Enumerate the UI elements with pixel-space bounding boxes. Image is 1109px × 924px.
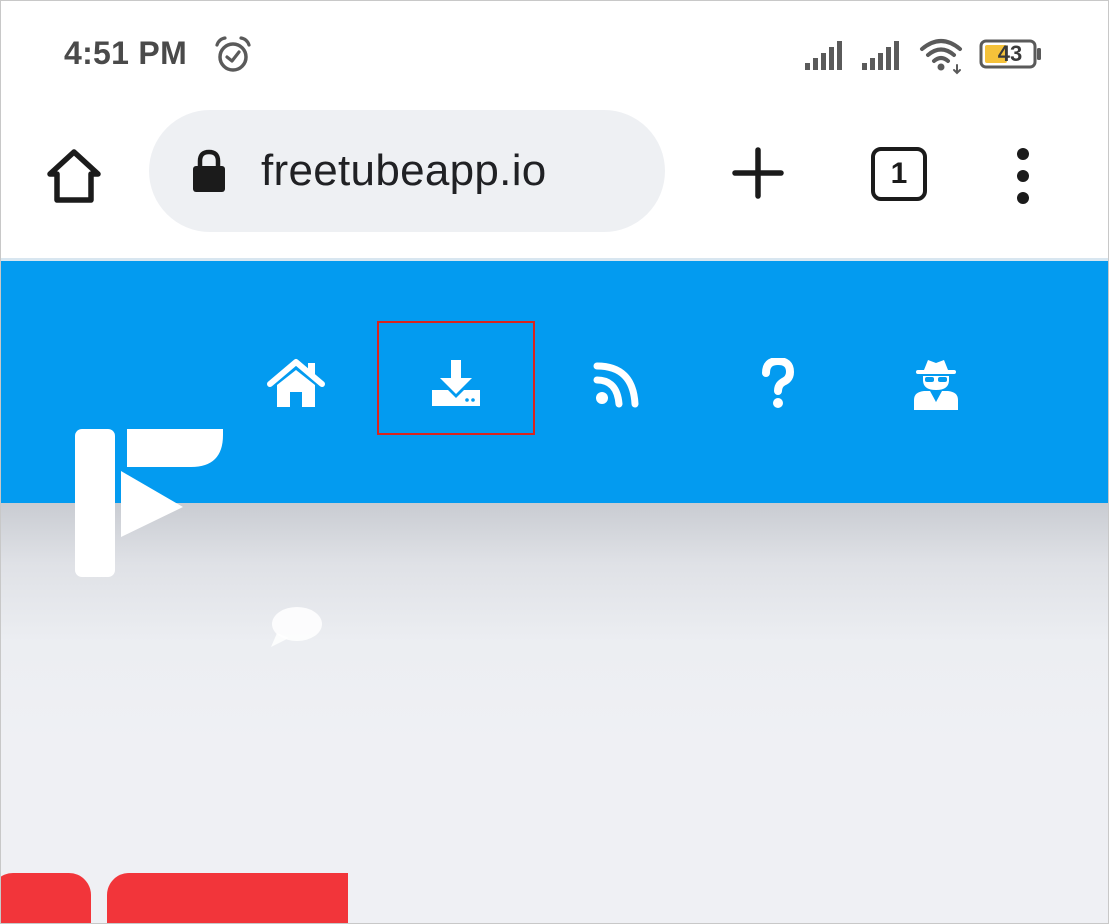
freetube-logo[interactable] bbox=[73, 429, 225, 581]
address-bar[interactable]: freetubeapp.io bbox=[149, 110, 665, 232]
wifi-icon bbox=[920, 39, 962, 75]
screenshot-frame: 4:51 PM 43 freetubeapp.io 1 bbox=[0, 0, 1109, 924]
lock-icon bbox=[193, 149, 225, 192]
question-icon[interactable] bbox=[748, 358, 808, 410]
browser-toolbar: freetubeapp.io 1 bbox=[1, 106, 1108, 258]
tab-switcher-button[interactable]: 1 bbox=[871, 147, 927, 201]
status-bar: 4:51 PM 43 bbox=[1, 1, 1108, 106]
cellular-signal-icon bbox=[805, 41, 842, 70]
red-button-partial[interactable] bbox=[1, 873, 91, 923]
highlight-box bbox=[377, 321, 535, 435]
url-text: freetubeapp.io bbox=[261, 146, 547, 195]
battery-level: 43 bbox=[997, 41, 1023, 66]
home-button[interactable] bbox=[41, 143, 107, 209]
chat-bubble-icon bbox=[271, 607, 322, 647]
rss-icon[interactable] bbox=[589, 358, 649, 410]
spy-icon[interactable] bbox=[906, 358, 966, 410]
status-time: 4:51 PM bbox=[64, 35, 188, 71]
cellular-signal-icon bbox=[862, 41, 899, 70]
house-icon[interactable] bbox=[266, 358, 326, 410]
more-vert-icon[interactable] bbox=[1009, 146, 1037, 206]
new-tab-button[interactable] bbox=[731, 146, 785, 200]
alarm-icon bbox=[215, 36, 251, 72]
red-download-button-partial[interactable] bbox=[107, 873, 348, 923]
